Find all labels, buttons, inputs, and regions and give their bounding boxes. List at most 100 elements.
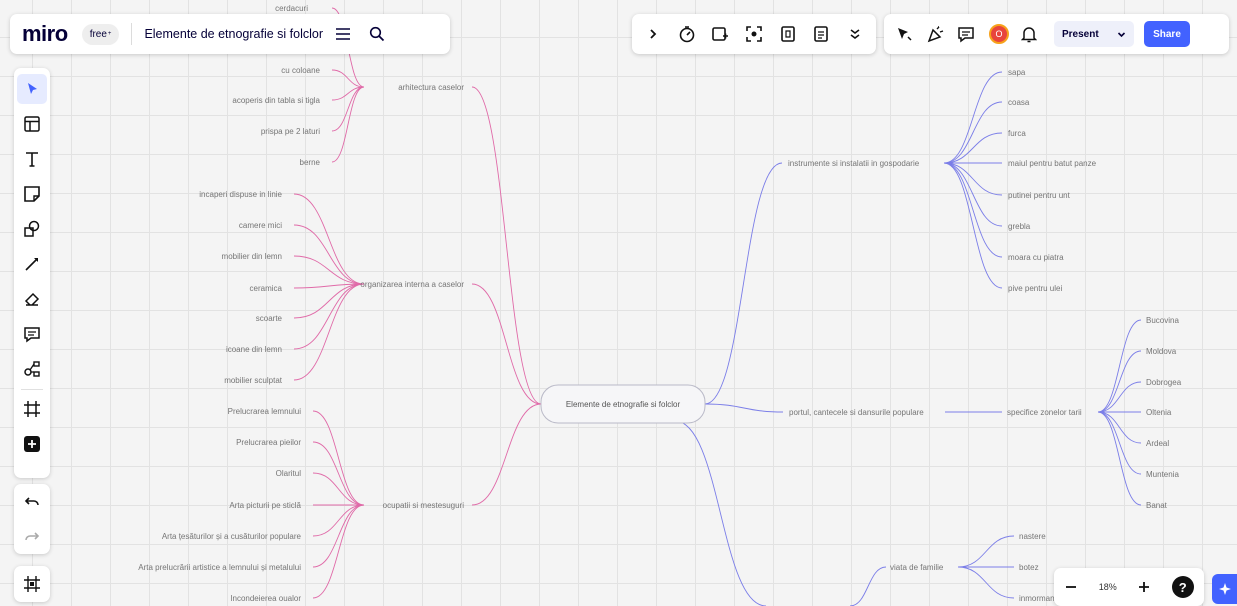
leaf-node-organizarea[interactable]: ceramica — [250, 284, 283, 293]
mindmap-canvas[interactable]: arhitectura caselor cu coloane acoperis di… — [0, 0, 1237, 606]
leaf-connector — [943, 162, 1003, 227]
present-button-label: Present — [1062, 28, 1099, 40]
branch-connector — [471, 283, 542, 405]
branch-node-viata[interactable]: viata de familie — [890, 563, 944, 572]
leaf-node-region[interactable]: Oltenia — [1146, 408, 1172, 417]
leaf-node-ocupatii[interactable]: Prelucrarea pieilor — [236, 438, 301, 447]
frames-panel-button[interactable] — [14, 566, 50, 602]
leaf-connector — [293, 283, 365, 319]
focus-icon[interactable] — [740, 20, 768, 48]
leaf-node-viata[interactable]: nastere — [1019, 532, 1046, 541]
leaf-node-cut[interactable]: cerdacuri — [275, 4, 308, 13]
present-button[interactable]: Present — [1054, 21, 1134, 47]
leaf-node-instrumente[interactable]: maiul pentru batut panze — [1008, 159, 1097, 168]
chevron-down-icon[interactable] — [1117, 30, 1126, 39]
header-divider — [131, 23, 133, 45]
user-avatar[interactable]: O — [989, 24, 1009, 44]
leaf-node-instrumente[interactable]: furca — [1008, 129, 1026, 138]
zoom-level[interactable]: 18% — [1099, 582, 1117, 592]
branch-node-ocupatii[interactable]: ocupatii si mestesuguri — [383, 501, 465, 510]
voting-icon[interactable] — [774, 20, 802, 48]
sub-node-portul[interactable]: specifice zonelor tarii — [1007, 408, 1082, 417]
branch-node-organizarea[interactable]: organizarea interna a caselor — [360, 280, 464, 289]
leaf-node-arhitectura[interactable]: acoperis din tabla si tigla — [232, 96, 320, 105]
toolbar-divider — [21, 389, 43, 390]
zoom-out-icon[interactable] — [1064, 580, 1078, 594]
undo-icon[interactable] — [24, 496, 40, 508]
leaf-node-region[interactable]: Moldova — [1146, 347, 1177, 356]
shapes-icon[interactable] — [17, 214, 47, 244]
search-icon[interactable] — [363, 20, 391, 48]
leaf-node-ocupatii[interactable]: Olaritul — [276, 469, 302, 478]
miro-logo[interactable]: miro — [22, 21, 68, 47]
reactions-icon[interactable] — [890, 20, 918, 48]
add-frame-icon[interactable] — [706, 20, 734, 48]
eraser-icon[interactable] — [17, 284, 47, 314]
leaf-node-ocupatii[interactable]: Arta picturii pe sticlă — [229, 501, 301, 510]
leaf-node-region[interactable]: Dobrogea — [1146, 378, 1182, 387]
plan-badge[interactable]: free + — [81, 23, 120, 45]
branch-connector — [674, 420, 767, 606]
share-button[interactable]: Share — [1144, 21, 1190, 47]
leaf-node-instrumente[interactable]: grebla — [1008, 222, 1031, 231]
ai-assist-button[interactable] — [1212, 574, 1237, 604]
branch-node-arhitectura[interactable]: arhitectura caselor — [398, 83, 464, 92]
leaf-node-organizarea[interactable]: icoane din lemn — [226, 345, 282, 354]
comments-icon[interactable] — [952, 20, 980, 48]
leaf-node-ocupatii[interactable]: Arta țesăturilor și a cusăturilor popula… — [162, 532, 302, 541]
leaf-node-arhitectura[interactable]: cu coloane — [281, 66, 320, 75]
timer-icon[interactable] — [673, 20, 701, 48]
mindmap-icon[interactable] — [17, 354, 47, 384]
text-icon[interactable] — [17, 144, 47, 174]
leaf-node-organizarea[interactable]: camere mici — [239, 221, 282, 230]
sparkle-icon — [1218, 582, 1232, 596]
leaf-node-instrumente[interactable]: pive pentru ulei — [1008, 284, 1062, 293]
leaf-connector — [943, 71, 1003, 164]
board-title[interactable]: Elemente de etnografie si folclor — [144, 27, 323, 41]
undo-redo-panel — [14, 484, 50, 554]
leaf-node-organizarea[interactable]: mobilier sculptat — [224, 376, 283, 385]
pen-icon[interactable] — [17, 249, 47, 279]
menu-icon[interactable] — [329, 20, 357, 48]
leaf-node-ocupatii[interactable]: Incondeierea oualor — [230, 594, 301, 603]
leaf-node-instrumente[interactable]: moara cu piatra — [1008, 253, 1064, 262]
leaf-node-region[interactable]: Muntenia — [1146, 470, 1179, 479]
leaf-node-arhitectura[interactable]: berne — [300, 158, 321, 167]
celebrate-icon[interactable] — [921, 20, 949, 48]
select-icon[interactable] — [17, 74, 47, 104]
leaf-node-instrumente[interactable]: coasa — [1008, 98, 1030, 107]
leaf-node-ocupatii[interactable]: Prelucrarea lemnului — [228, 407, 302, 416]
comment-icon[interactable] — [17, 319, 47, 349]
leaf-node-instrumente[interactable]: sapa — [1008, 68, 1026, 77]
leaf-node-region[interactable]: Bucovina — [1146, 316, 1179, 325]
mindmap-root-node[interactable]: Elemente de etnografie si folclor — [540, 384, 706, 424]
help-icon[interactable]: ? — [1171, 576, 1194, 598]
templates-icon[interactable] — [17, 109, 47, 139]
leaf-connector — [331, 86, 365, 163]
branch-node-portul[interactable]: portul, cantecele si dansurile populare — [789, 408, 924, 417]
leaf-connector — [293, 224, 365, 285]
chevron-right-icon[interactable] — [639, 20, 667, 48]
plan-badge-mark: + — [107, 31, 112, 37]
leaf-node-viata[interactable]: botez — [1019, 563, 1039, 572]
bell-icon[interactable] — [1015, 20, 1043, 48]
sticky-note-icon[interactable] — [17, 179, 47, 209]
notes-icon[interactable] — [807, 20, 835, 48]
more-icon[interactable] — [841, 20, 869, 48]
leaf-node-region[interactable]: Ardeal — [1146, 439, 1169, 448]
leaf-connector — [957, 566, 1015, 599]
branch-node-instrumente[interactable]: instrumente si instalatii in gospodarie — [788, 159, 920, 168]
leaf-connector — [1097, 411, 1142, 475]
leaf-node-region[interactable]: Banat — [1146, 501, 1168, 510]
frame-icon[interactable] — [17, 394, 47, 424]
leaf-node-instrumente[interactable]: putinei pentru unt — [1008, 191, 1071, 200]
leaf-connector — [312, 504, 365, 537]
leaf-node-ocupatii[interactable]: Arta prelucrării artistice a lemnului și… — [138, 563, 301, 572]
redo-icon[interactable] — [24, 531, 40, 543]
leaf-node-organizarea[interactable]: mobilier din lemn — [222, 252, 282, 261]
add-app-icon[interactable] — [17, 429, 47, 459]
leaf-node-arhitectura[interactable]: prispa pe 2 laturi — [261, 127, 320, 136]
leaf-node-organizarea[interactable]: scoarte — [256, 314, 283, 323]
zoom-in-icon[interactable] — [1137, 580, 1151, 594]
leaf-node-organizarea[interactable]: incaperi dispuse in linie — [199, 190, 282, 199]
